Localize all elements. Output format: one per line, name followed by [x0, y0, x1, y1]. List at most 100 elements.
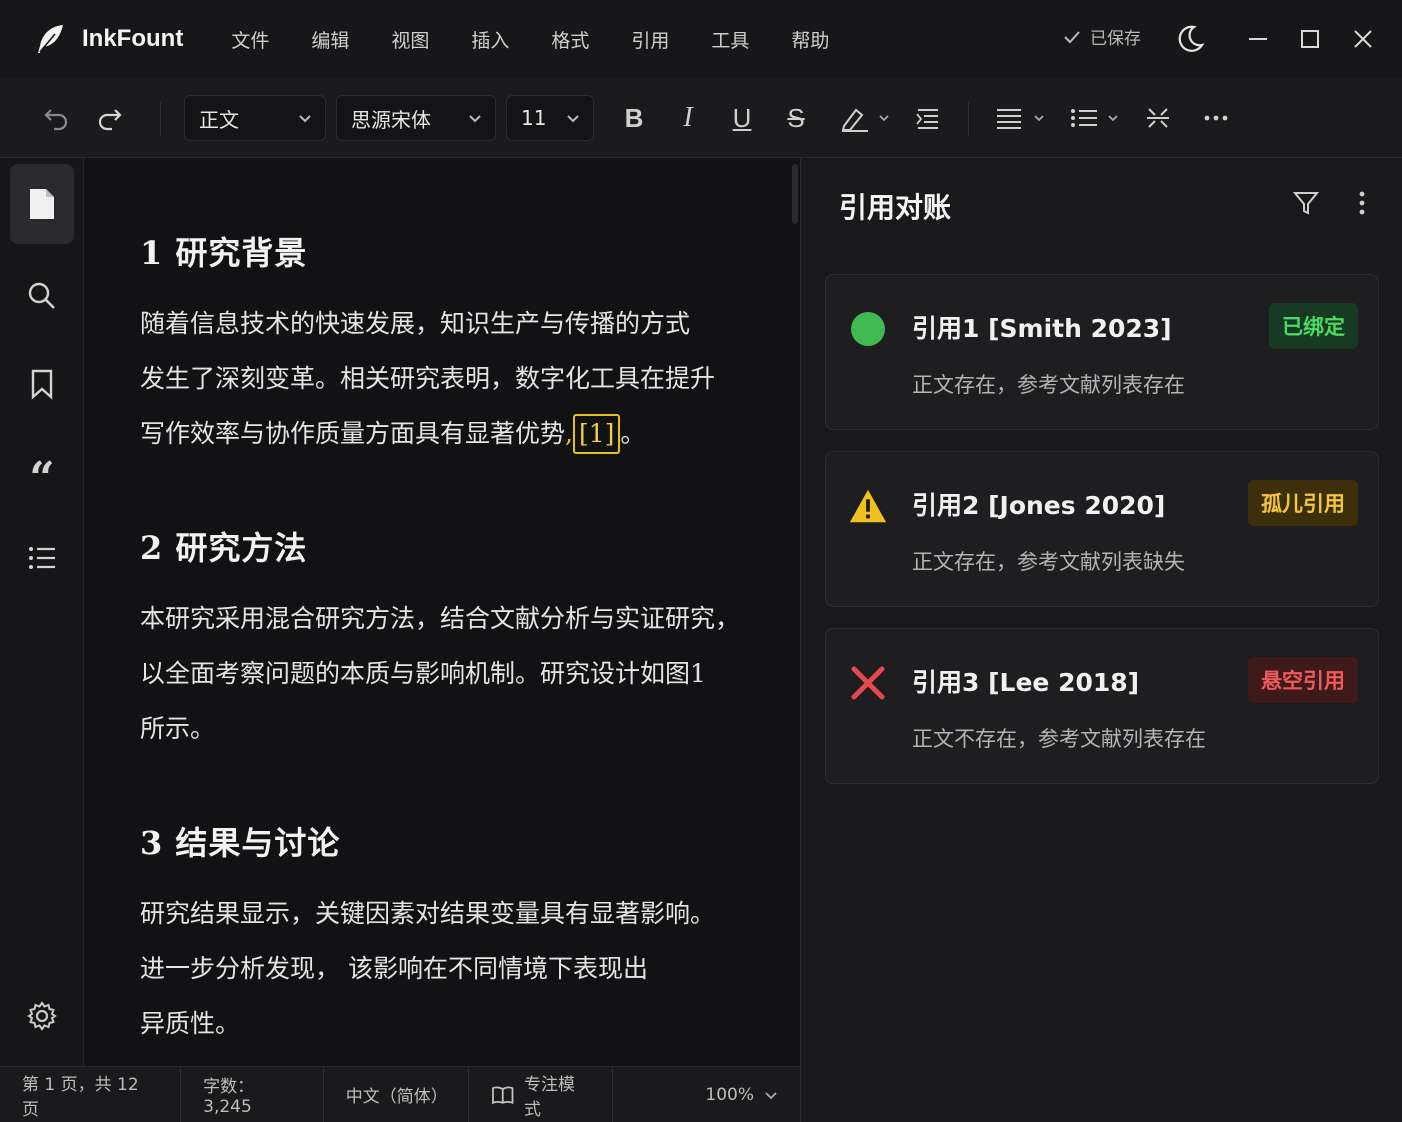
- citation-title: 引用2 [Jones 2020]: [912, 491, 1166, 520]
- outline-list-icon[interactable]: [10, 518, 74, 598]
- paragraph-line: 进一步分析发现， 该影响在不同情境下表现出: [140, 954, 648, 983]
- left-sidebar: “: [0, 158, 84, 1066]
- filter-icon[interactable]: [1291, 188, 1321, 218]
- italic-icon[interactable]: I: [668, 98, 708, 138]
- page-indicator: 第 1 页，共 12 页: [0, 1066, 182, 1122]
- redo-icon[interactable]: [90, 98, 130, 138]
- section-heading: 3 结果与讨论: [140, 824, 341, 862]
- language-selector[interactable]: 中文（简体）: [324, 1066, 469, 1122]
- menu-insert[interactable]: 插入: [449, 26, 529, 53]
- document-body[interactable]: 1 研究背景 随着信息技术的快速发展，知识生产与传播的方式 发生了深刻变革。相关…: [140, 218, 790, 1051]
- paragraph-text: 写作效率与协作质量方面具有显著优势: [140, 419, 566, 448]
- formatting-toolbar: 正文 思源宋体 11 B I U S: [0, 78, 1402, 158]
- bullet-list-icon[interactable]: [1064, 98, 1124, 138]
- citation-card[interactable]: 引用3 [Lee 2018] 正文不存在，参考文献列表存在 悬空引用: [825, 628, 1379, 784]
- menu-tools[interactable]: 工具: [689, 26, 769, 53]
- menu-bar: 文件 编辑 视图 插入 格式 引用 工具 帮助: [209, 26, 849, 53]
- citation-desc: 正文不存在，参考文献列表存在: [912, 727, 1206, 751]
- book-icon: [491, 1086, 513, 1104]
- font-family-value: 思源宋体: [351, 107, 431, 132]
- undo-icon[interactable]: [36, 98, 76, 138]
- toolbar-divider: [160, 102, 161, 136]
- citation-card[interactable]: 引用1 [Smith 2023] 正文存在，参考文献列表存在 已绑定: [825, 274, 1379, 430]
- paragraph[interactable]: 研究结果显示，关键因素对结果变量具有显著影响。 进一步分析发现， 该影响在不同情…: [140, 886, 790, 1051]
- status-badge: 已绑定: [1269, 303, 1358, 349]
- section-heading: 1 研究背景: [140, 234, 308, 272]
- focus-mode-label: 专注模式: [523, 1074, 575, 1120]
- citation-card[interactable]: 引用2 [Jones 2020] 正文存在，参考文献列表缺失 孤儿引用: [825, 451, 1379, 607]
- warning-icon: [848, 486, 888, 526]
- text-cursor: ,: [565, 419, 573, 448]
- paragraph-line: 发生了深刻变革。相关研究表明，数字化工具在提升: [140, 364, 716, 393]
- title-bar: InkFount 文件 编辑 视图 插入 格式 引用 工具 帮助 已保存: [0, 0, 1402, 78]
- settings-icon[interactable]: [10, 976, 74, 1056]
- chevron-down-icon: [299, 115, 311, 123]
- clear-format-icon[interactable]: [1138, 98, 1178, 138]
- menu-help[interactable]: 帮助: [769, 26, 849, 53]
- bold-icon[interactable]: B: [614, 98, 654, 138]
- moon-icon[interactable]: [1170, 19, 1210, 59]
- highlight-icon[interactable]: [836, 98, 892, 138]
- close-icon[interactable]: [1343, 19, 1383, 59]
- indent-icon[interactable]: [908, 98, 948, 138]
- paragraph-line: 异质性。: [140, 1009, 241, 1038]
- document-icon[interactable]: [10, 164, 74, 244]
- zoom-value: 100%: [705, 1084, 754, 1105]
- maximize-icon[interactable]: [1290, 19, 1330, 59]
- citation-marker[interactable]: [1]: [572, 414, 621, 454]
- font-family-select[interactable]: 思源宋体: [336, 95, 496, 141]
- paragraph-text: 。: [620, 419, 646, 448]
- paragraph[interactable]: 随着信息技术的快速发展，知识生产与传播的方式 发生了深刻变革。相关研究表明，数字…: [140, 296, 790, 461]
- zoom-select[interactable]: 100%: [683, 1067, 800, 1122]
- menu-reference[interactable]: 引用: [609, 26, 689, 53]
- check-icon: [1064, 30, 1080, 43]
- paragraph-line: 所示。: [140, 714, 216, 743]
- menu-view[interactable]: 视图: [369, 26, 449, 53]
- bookmark-icon[interactable]: [10, 344, 74, 424]
- kebab-menu-icon[interactable]: [1347, 188, 1377, 218]
- paragraph-style-value: 正文: [199, 107, 239, 132]
- paragraph-style-select[interactable]: 正文: [184, 95, 326, 141]
- menu-file[interactable]: 文件: [209, 26, 289, 53]
- font-size-select[interactable]: 11: [506, 95, 594, 141]
- citation-desc: 正文存在，参考文献列表存在: [912, 373, 1185, 397]
- chevron-down-icon: [765, 1091, 777, 1099]
- menu-edit[interactable]: 编辑: [289, 26, 369, 53]
- citation-reconcile-panel: 引用对账 引用1 [Smith 2023] 正文存在，参考文献列表存在 已绑定 …: [800, 158, 1402, 1122]
- chevron-down-icon: [567, 115, 579, 123]
- feather-icon: [32, 21, 68, 57]
- section-heading: 2 研究方法: [140, 529, 308, 567]
- editor-scrollbar[interactable]: [792, 164, 798, 224]
- align-icon[interactable]: [990, 98, 1050, 138]
- word-count: 字数：3,245: [181, 1066, 324, 1122]
- font-size-value: 11: [521, 106, 547, 130]
- paragraph-line: 写作效率与协作质量方面具有显著优势, [1]。: [140, 406, 790, 461]
- save-status-label: 已保存: [1090, 29, 1141, 49]
- more-icon[interactable]: [1196, 98, 1236, 138]
- document-editor[interactable]: 1 研究背景 随着信息技术的快速发展，知识生产与传播的方式 发生了深刻变革。相关…: [84, 158, 800, 1066]
- paragraph-line: 本研究采用混合研究方法，结合文献分析与实证研究，: [140, 604, 741, 633]
- citation-desc: 正文存在，参考文献列表缺失: [912, 550, 1185, 574]
- menu-format[interactable]: 格式: [529, 26, 609, 53]
- status-badge: 孤儿引用: [1248, 480, 1358, 526]
- search-icon[interactable]: [10, 256, 74, 336]
- minimize-icon[interactable]: [1238, 19, 1278, 59]
- citation-title: 引用3 [Lee 2018]: [912, 668, 1140, 697]
- toolbar-divider: [968, 102, 969, 136]
- paragraph-line: 以全面考察问题的本质与影响机制。研究设计如图1: [140, 659, 706, 688]
- paragraph-line: 研究结果显示，关键因素对结果变量具有显著影响。: [140, 899, 716, 928]
- green-dot-icon: [848, 309, 888, 349]
- status-bar: 第 1 页，共 12 页 字数：3,245 中文（简体） 专注模式 100%: [0, 1066, 800, 1122]
- chevron-down-icon: [469, 115, 481, 123]
- focus-mode-button[interactable]: 专注模式: [469, 1066, 614, 1122]
- panel-title: 引用对账: [839, 191, 952, 224]
- quote-icon[interactable]: “: [10, 432, 74, 512]
- citation-title: 引用1 [Smith 2023]: [912, 314, 1172, 343]
- underline-icon[interactable]: U: [722, 98, 762, 138]
- save-status: 已保存: [1062, 24, 1141, 49]
- status-badge: 悬空引用: [1248, 657, 1358, 703]
- strikethrough-icon[interactable]: S: [776, 98, 816, 138]
- paragraph[interactable]: 本研究采用混合研究方法，结合文献分析与实证研究， 以全面考察问题的本质与影响机制…: [140, 591, 790, 756]
- x-icon: [848, 663, 888, 703]
- app-name: InkFount: [82, 25, 184, 52]
